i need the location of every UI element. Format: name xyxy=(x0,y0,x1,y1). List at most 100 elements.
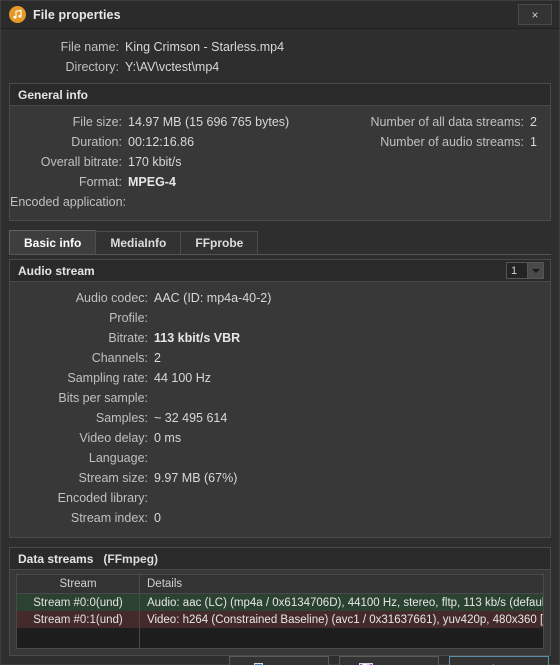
save-button[interactable]: Save... xyxy=(339,656,439,665)
audio-stream-panel: Audio stream 1 Audio codec: AAC (ID: mp4… xyxy=(9,259,551,538)
format-value: MPEG-4 xyxy=(128,175,176,189)
general-info-panel: General info File size: 14.97 MB (15 696… xyxy=(9,83,551,221)
channels-label: Channels: xyxy=(91,351,148,365)
general-info-right-column: Number of all data streams: 2 Number of … xyxy=(340,112,550,212)
data-streams-subtitle: (FFmpeg) xyxy=(103,551,159,566)
sampling-rate-label: Sampling rate: xyxy=(67,371,148,385)
copy-button[interactable]: Copy xyxy=(229,656,329,665)
duration-row: Duration: 00:12:16.86 xyxy=(10,132,340,152)
chevron-down-icon[interactable] xyxy=(527,263,543,278)
file-name-value: King Crimson - Starless.mp4 xyxy=(125,40,285,54)
overall-bitrate-value: 170 kbit/s xyxy=(128,155,182,169)
data-streams-panel: Data streams (FFmpeg) Stream Details Str… xyxy=(9,547,551,656)
channels-row: Channels: 2 xyxy=(10,348,550,368)
tab-mediainfo[interactable]: MediaInfo xyxy=(95,231,182,254)
table-empty-row xyxy=(17,628,543,648)
audio-streams-label: Number of audio streams: xyxy=(380,135,524,149)
table-cell-stream: Stream #0:1(und) xyxy=(17,611,140,628)
table-empty-cell-stream xyxy=(17,628,140,648)
language-row: Language: xyxy=(10,448,550,468)
stream-index-value: 0 xyxy=(154,511,161,525)
column-header-details[interactable]: Details xyxy=(140,575,543,593)
audio-codec-row: Audio codec: AAC (ID: mp4a-40-2) xyxy=(10,288,550,308)
file-size-row: File size: 14.97 MB (15 696 765 bytes) xyxy=(10,112,340,132)
encoded-library-row: Encoded library: xyxy=(10,488,550,508)
bitrate-row: Bitrate: 113 kbit/s VBR xyxy=(10,328,550,348)
directory-row: Directory: Y:\AV\vctest\mp4 xyxy=(1,57,559,77)
close-button[interactable]: Close xyxy=(449,656,549,665)
encoded-application-label: Encoded application: xyxy=(10,195,127,209)
stream-size-row: Stream size: 9.97 MB (67%) xyxy=(10,468,550,488)
table-row[interactable]: Stream #0:1(und) Video: h264 (Constraine… xyxy=(17,611,543,628)
sampling-rate-row: Sampling rate: 44 100 Hz xyxy=(10,368,550,388)
stream-size-label: Stream size: xyxy=(78,471,148,485)
column-header-stream[interactable]: Stream xyxy=(17,575,140,593)
file-header: File name: King Crimson - Starless.mp4 D… xyxy=(1,29,559,83)
stream-size-value: 9.97 MB (67%) xyxy=(154,471,238,485)
duration-label: Duration: xyxy=(71,135,122,149)
channels-value: 2 xyxy=(154,351,161,365)
duration-value: 00:12:16.86 xyxy=(128,135,195,149)
file-properties-dialog: File properties × File name: King Crimso… xyxy=(0,0,560,665)
directory-value: Y:\AV\vctest\mp4 xyxy=(125,60,220,74)
profile-row: Profile: xyxy=(10,308,550,328)
encoded-library-label: Encoded library: xyxy=(57,491,148,505)
data-streams-title: Data streams xyxy=(18,551,94,566)
bitrate-value: 113 kbit/s VBR xyxy=(154,331,241,345)
file-name-row: File name: King Crimson - Starless.mp4 xyxy=(1,37,559,57)
tab-bar: Basic info MediaInfo FFprobe xyxy=(9,230,551,255)
audio-codec-value: AAC (ID: mp4a-40-2) xyxy=(154,291,272,305)
audio-stream-body: Audio codec: AAC (ID: mp4a-40-2) Profile… xyxy=(10,282,550,537)
format-row: Format: MPEG-4 xyxy=(10,172,340,192)
data-streams-table: Stream Details Stream #0:0(und) Audio: a… xyxy=(16,574,544,649)
samples-value: ~ 32 495 614 xyxy=(154,411,228,425)
audio-stream-selector[interactable]: 1 xyxy=(506,262,544,279)
bitrate-label: Bitrate: xyxy=(108,331,148,345)
all-data-streams-row: Number of all data streams: 2 xyxy=(340,112,550,132)
tab-ffprobe[interactable]: FFprobe xyxy=(180,231,259,254)
data-streams-header: Data streams (FFmpeg) xyxy=(10,548,550,570)
table-header-row: Stream Details xyxy=(17,575,543,594)
bits-per-sample-label: Bits per sample: xyxy=(58,391,148,405)
file-name-label: File name: xyxy=(60,40,119,54)
general-info-body: File size: 14.97 MB (15 696 765 bytes) D… xyxy=(10,106,550,220)
sampling-rate-value: 44 100 Hz xyxy=(154,371,211,385)
samples-label: Samples: xyxy=(95,411,148,425)
language-label: Language: xyxy=(88,451,148,465)
table-cell-stream: Stream #0:0(und) xyxy=(17,594,140,611)
overall-bitrate-row: Overall bitrate: 170 kbit/s xyxy=(10,152,340,172)
audio-streams-row: Number of audio streams: 1 xyxy=(340,132,550,152)
dialog-button-bar: Copy Save... Close xyxy=(1,656,559,665)
general-info-title: General info xyxy=(18,87,89,102)
stream-index-label: Stream index: xyxy=(70,511,148,525)
table-row[interactable]: Stream #0:0(und) Audio: aac (LC) (mp4a /… xyxy=(17,594,543,611)
all-data-streams-label: Number of all data streams: xyxy=(370,115,524,129)
stream-index-row: Stream index: 0 xyxy=(10,508,550,528)
overall-bitrate-label: Overall bitrate: xyxy=(40,155,122,169)
profile-label: Profile: xyxy=(109,311,148,325)
title-bar: File properties × xyxy=(1,1,559,29)
general-info-left-column: File size: 14.97 MB (15 696 765 bytes) D… xyxy=(10,112,340,212)
window-close-icon[interactable]: × xyxy=(518,4,552,25)
video-delay-value: 0 ms xyxy=(154,431,182,445)
tab-basic-info[interactable]: Basic info xyxy=(9,230,97,254)
bits-per-sample-row: Bits per sample: xyxy=(10,388,550,408)
video-delay-row: Video delay: 0 ms xyxy=(10,428,550,448)
samples-row: Samples: ~ 32 495 614 xyxy=(10,408,550,428)
directory-label: Directory: xyxy=(65,60,119,74)
audio-stream-selector-value: 1 xyxy=(511,264,518,277)
audio-codec-label: Audio codec: xyxy=(75,291,148,305)
general-info-header: General info xyxy=(10,84,550,106)
table-empty-cell-details xyxy=(140,628,543,648)
table-cell-details: Video: h264 (Constrained Baseline) (avc1… xyxy=(147,613,543,626)
data-streams-body: Stream Details Stream #0:0(und) Audio: a… xyxy=(10,570,550,655)
video-delay-label: Video delay: xyxy=(79,431,148,445)
audio-streams-value: 1 xyxy=(530,135,537,149)
all-data-streams-value: 2 xyxy=(530,115,537,129)
audio-stream-title: Audio stream xyxy=(18,263,95,278)
music-note-icon xyxy=(9,6,26,23)
table-cell-details: Audio: aac (LC) (mp4a / 0x6134706D), 441… xyxy=(147,596,543,609)
audio-stream-header: Audio stream 1 xyxy=(10,260,550,282)
encoded-application-row: Encoded application: xyxy=(10,192,340,212)
file-size-label: File size: xyxy=(72,115,122,129)
